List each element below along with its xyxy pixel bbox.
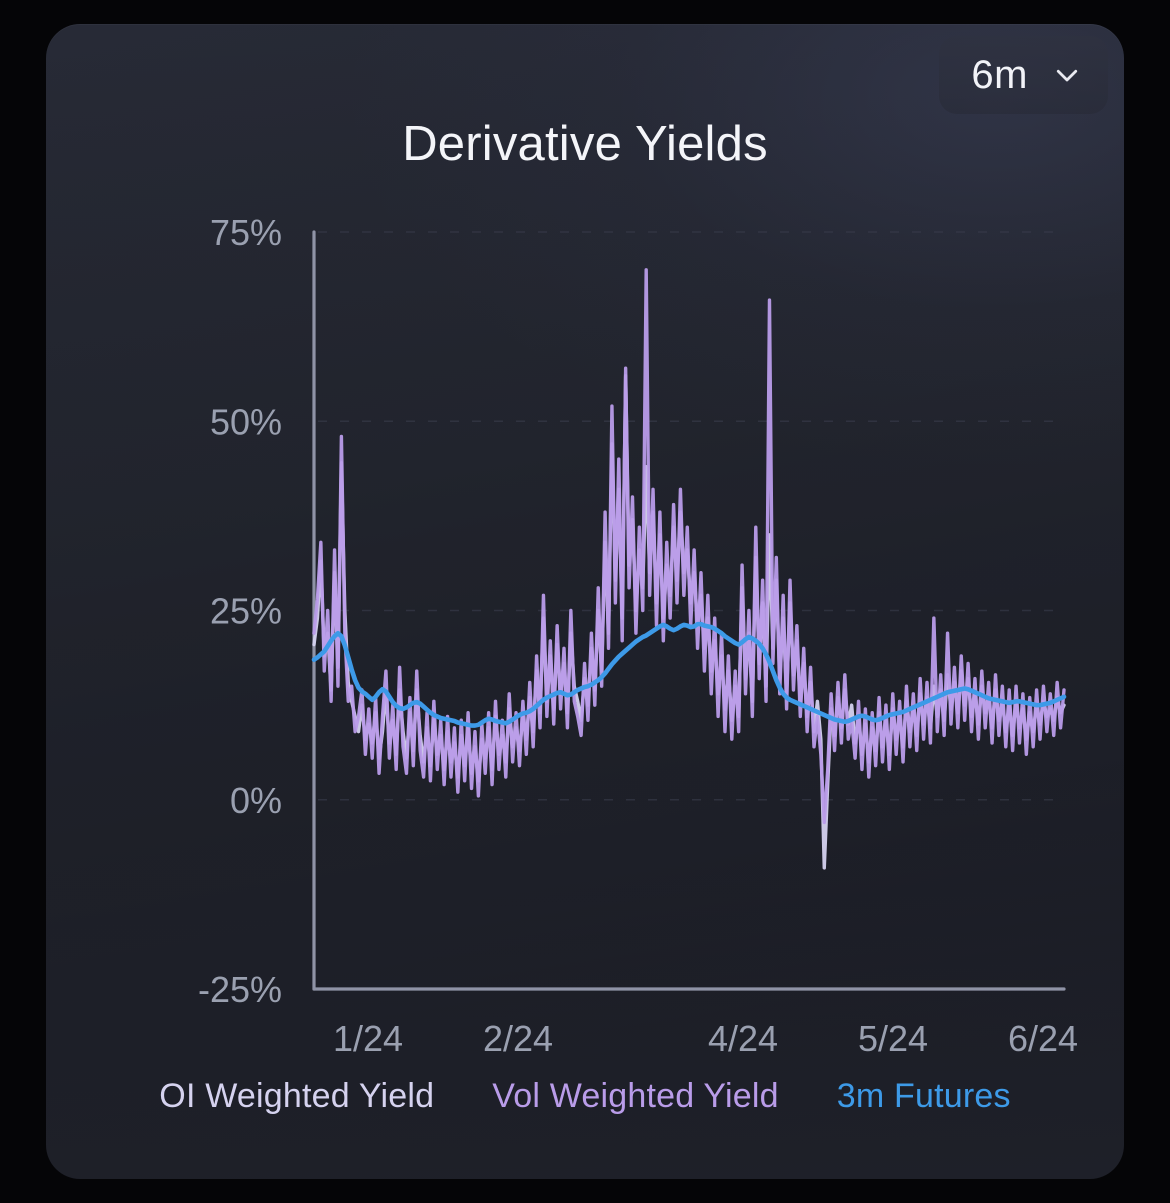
chart-legend: OI Weighted Yield Vol Weighted Yield 3m … [46, 1068, 1124, 1124]
svg-text:75%: 75% [210, 212, 282, 253]
legend-item-oi-weighted-yield[interactable]: OI Weighted Yield [159, 1077, 434, 1116]
svg-text:6/24: 6/24 [1008, 1018, 1078, 1059]
derivative-yields-card: 6m Derivative Yields 75% 50% 25% 0% -25% 1/2… [46, 24, 1124, 1179]
time-range-dropdown[interactable]: 6m [939, 36, 1108, 114]
svg-text:1/24: 1/24 [333, 1018, 403, 1059]
svg-text:50%: 50% [210, 401, 282, 442]
chart-plot-area: 75% 50% 25% 0% -25% 1/24 2/24 4/24 5/24 6/24 [46, 174, 1124, 1074]
svg-text:25%: 25% [210, 591, 282, 632]
series-lines [311, 268, 1067, 870]
y-axis-ticks: 75% 50% 25% 0% -25% [198, 212, 282, 1010]
svg-text:0%: 0% [230, 780, 282, 821]
line-chart-svg: 75% 50% 25% 0% -25% 1/24 2/24 4/24 5/24 6/24 [198, 212, 1078, 1059]
svg-text:5/24: 5/24 [858, 1018, 928, 1059]
x-axis-ticks: 1/24 2/24 4/24 5/24 6/24 [333, 1018, 1078, 1059]
svg-text:-25%: -25% [198, 969, 282, 1010]
chevron-down-icon [1056, 69, 1078, 82]
svg-text:4/24: 4/24 [708, 1018, 778, 1059]
svg-text:2/24: 2/24 [483, 1018, 553, 1059]
legend-item-vol-weighted-yield[interactable]: Vol Weighted Yield [492, 1077, 779, 1116]
legend-item-3m-futures[interactable]: 3m Futures [837, 1077, 1011, 1116]
chart-title: Derivative Yields [402, 117, 768, 171]
time-range-value: 6m [971, 53, 1028, 97]
